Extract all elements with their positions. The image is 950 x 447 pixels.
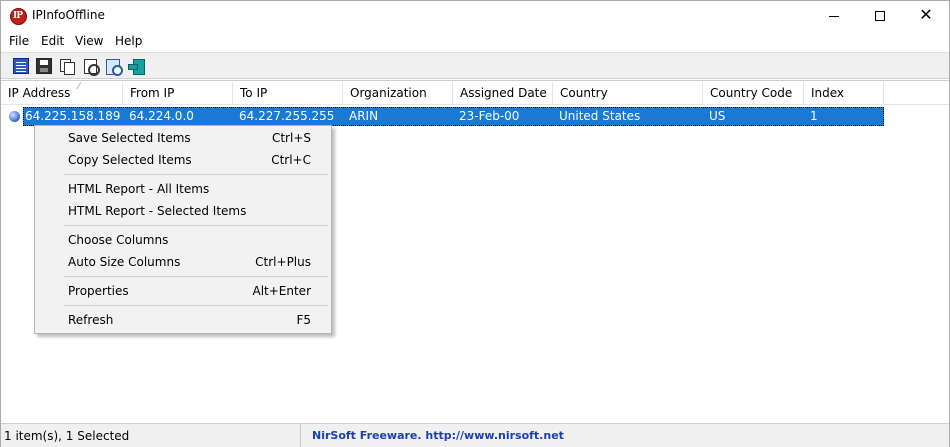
context-menu-shortcut: Ctrl+Plus — [255, 255, 311, 269]
nirsoft-link[interactable]: NirSoft Freeware. http://www.nirsoft.net — [312, 424, 564, 447]
status-item-count: 1 item(s), 1 Selected — [1, 424, 301, 447]
column-header-from-ip[interactable]: From IP — [123, 82, 233, 105]
context-menu: Save Selected Items Ctrl+S Copy Selected… — [34, 125, 332, 334]
window-title: IPInfoOffline — [32, 8, 105, 22]
context-menu-label: Auto Size Columns — [68, 255, 181, 269]
context-menu-shortcut: Alt+Enter — [252, 284, 311, 298]
context-menu-label: Save Selected Items — [68, 131, 191, 145]
context-menu-item-save-selected[interactable]: Save Selected Items Ctrl+S — [35, 127, 331, 149]
cell-organization: ARIN — [349, 109, 379, 123]
context-menu-item-choose-columns[interactable]: Choose Columns — [35, 229, 331, 251]
save-icon — [36, 58, 52, 74]
sort-ascending-icon: ⁄ — [78, 82, 80, 92]
ip-globe-icon — [9, 111, 20, 122]
save-button[interactable] — [34, 56, 54, 76]
column-header-label: IP Address — [8, 86, 71, 100]
copy-button[interactable] — [57, 56, 77, 76]
cell-assigned-date: 23-Feb-00 — [459, 109, 520, 123]
context-menu-label: Properties — [68, 284, 129, 298]
list-header: IP Address ⁄ From IP To IP Organization … — [1, 82, 949, 105]
column-header-organization[interactable]: Organization — [343, 82, 453, 105]
maximize-icon — [875, 11, 885, 21]
app-icon-text: IP — [13, 11, 23, 21]
cell-ip-address: 64.225.158.189 — [25, 109, 121, 123]
cell-to-ip: 64.227.255.255 — [239, 109, 335, 123]
exit-button[interactable] — [126, 56, 146, 76]
minimize-icon — [829, 16, 839, 17]
column-header-label: To IP — [240, 86, 268, 100]
context-menu-item-html-report-selected[interactable]: HTML Report - Selected Items — [35, 200, 331, 222]
copy-icon — [59, 58, 75, 75]
column-header-assigned-date[interactable]: Assigned Date — [453, 82, 553, 105]
status-bar: 1 item(s), 1 Selected NirSoft Freeware. … — [1, 423, 949, 447]
context-menu-separator — [64, 225, 328, 226]
cell-country: United States — [559, 109, 641, 123]
context-menu-label: HTML Report - All Items — [68, 182, 210, 196]
toolbar — [1, 52, 949, 79]
properties-button[interactable] — [11, 56, 31, 76]
column-header-label: Country — [560, 86, 608, 100]
column-header-label: Index — [811, 86, 845, 100]
find-icon — [105, 58, 123, 76]
context-menu-shortcut: Ctrl+C — [271, 153, 311, 167]
menu-view[interactable]: View — [75, 34, 103, 48]
context-menu-item-refresh[interactable]: Refresh F5 — [35, 309, 331, 331]
context-menu-item-copy-selected[interactable]: Copy Selected Items Ctrl+C — [35, 149, 331, 171]
cell-index: 1 — [810, 109, 818, 123]
context-menu-item-auto-size-columns[interactable]: Auto Size Columns Ctrl+Plus — [35, 251, 331, 273]
context-menu-separator — [64, 174, 328, 175]
context-menu-label: Copy Selected Items — [68, 153, 192, 167]
exit-icon — [128, 58, 145, 75]
menu-help[interactable]: Help — [115, 34, 142, 48]
column-header-country-code[interactable]: Country Code — [703, 82, 804, 105]
context-menu-label: Refresh — [68, 313, 114, 327]
find-button[interactable] — [103, 56, 123, 76]
context-menu-item-html-report-all[interactable]: HTML Report - All Items — [35, 178, 331, 200]
title-bar[interactable]: IP IPInfoOffline ✕ — [1, 1, 949, 31]
column-header-label: Country Code — [710, 86, 793, 100]
column-header-to-ip[interactable]: To IP — [233, 82, 343, 105]
app-window: IP IPInfoOffline ✕ File Edit View Help I… — [0, 0, 950, 447]
menu-edit[interactable]: Edit — [41, 34, 64, 48]
context-menu-separator — [64, 276, 328, 277]
menu-bar: File Edit View Help — [1, 31, 949, 51]
column-header-label: Assigned Date — [460, 86, 547, 100]
maximize-button[interactable] — [857, 1, 903, 31]
close-icon: ✕ — [919, 5, 933, 24]
column-header-ip-address[interactable]: IP Address — [1, 82, 123, 105]
minimize-button[interactable] — [811, 1, 857, 31]
column-header-label: Organization — [350, 86, 427, 100]
table-row[interactable]: 64.225.158.189 64.224.0.0 64.227.255.255… — [1, 106, 949, 126]
context-menu-shortcut: Ctrl+S — [271, 131, 311, 145]
column-header-index[interactable]: Index — [804, 82, 884, 105]
app-icon: IP — [10, 8, 27, 25]
properties-icon — [13, 58, 29, 74]
context-menu-shortcut: F5 — [296, 313, 311, 327]
html-report-icon — [82, 58, 100, 76]
cell-from-ip: 64.224.0.0 — [129, 109, 194, 123]
menu-file[interactable]: File — [9, 34, 29, 48]
context-menu-label: HTML Report - Selected Items — [68, 204, 247, 218]
close-button[interactable]: ✕ — [903, 1, 949, 31]
html-report-button[interactable] — [80, 56, 100, 76]
column-header-label: From IP — [130, 86, 175, 100]
context-menu-label: Choose Columns — [68, 233, 169, 247]
context-menu-separator — [64, 305, 328, 306]
cell-country-code: US — [709, 109, 726, 123]
context-menu-item-properties[interactable]: Properties Alt+Enter — [35, 280, 331, 302]
column-header-country[interactable]: Country — [553, 82, 703, 105]
